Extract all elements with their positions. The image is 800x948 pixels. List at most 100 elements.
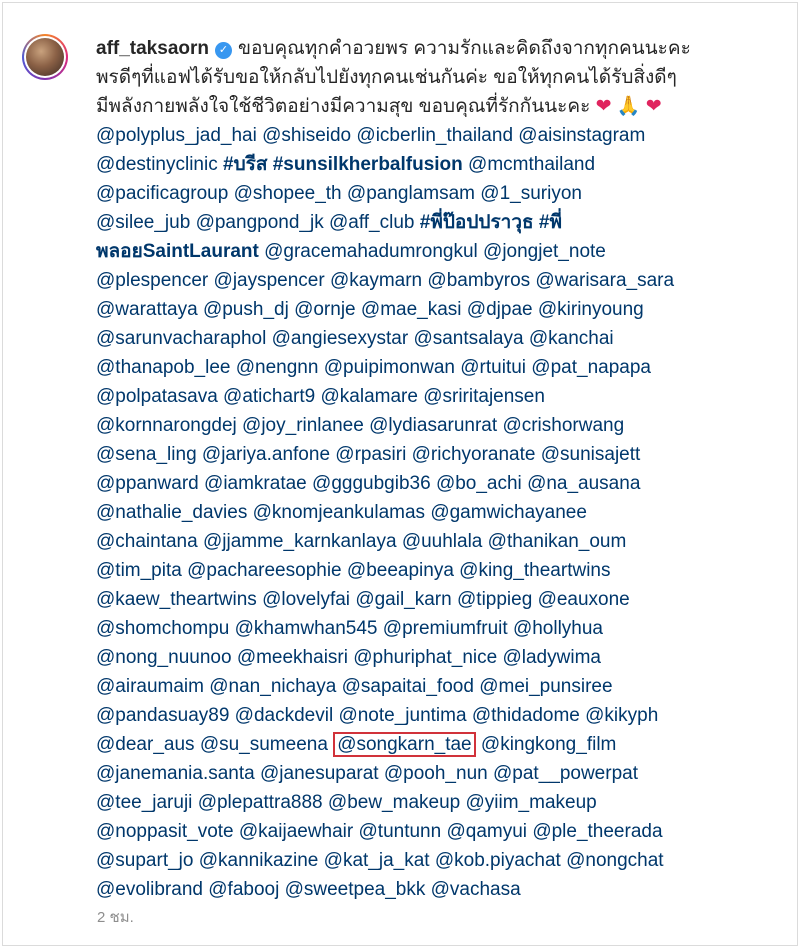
mention-link[interactable]: @gamwichayanee	[430, 502, 587, 523]
mention-link[interactable]: @su_sumeena	[200, 734, 328, 755]
mention-link[interactable]: @thidadome	[472, 705, 580, 726]
mention-link[interactable]: @sarunvacharaphol	[96, 328, 266, 349]
mention-link[interactable]: @kaew_theartwins	[96, 589, 257, 610]
hashtag-link[interactable]: #บรีส	[223, 154, 267, 175]
hashtag-link[interactable]: #พี่	[539, 212, 562, 233]
mention-link[interactable]: @pat_napapa	[531, 357, 651, 378]
mention-link[interactable]: @fabooj	[208, 879, 279, 900]
mention-link[interactable]: @pat__powerpat	[493, 763, 638, 784]
mention-link[interactable]: @thanapob_lee	[96, 357, 230, 378]
mention-link[interactable]: @jongjet_note	[483, 241, 606, 262]
hashtag-link[interactable]: #sunsilkherbalfusion	[273, 154, 463, 175]
mention-link[interactable]: @tippieg	[457, 589, 532, 610]
mention-link[interactable]: @gggubgib36	[312, 473, 431, 494]
hashtag-link[interactable]: #พี่ป๊อปปราวุธ	[420, 212, 534, 233]
mention-link[interactable]: @vachasa	[431, 879, 521, 900]
mention-link[interactable]: @hollyhua	[513, 618, 603, 639]
mention-link[interactable]: @iamkratae	[204, 473, 307, 494]
mention-link[interactable]: @djpae	[467, 299, 533, 320]
mention-link[interactable]: @kaijaewhair	[239, 821, 353, 842]
mention-link[interactable]: @ple_theerada	[532, 821, 662, 842]
mention-link[interactable]: @kat_ja_kat	[324, 850, 430, 871]
mention-link[interactable]: @panglamsam	[347, 183, 475, 204]
mention-link[interactable]: @nong_nuunoo	[96, 647, 232, 668]
mention-link[interactable]: @yiim_makeup	[466, 792, 597, 813]
mention-link[interactable]: @1_suriyon	[480, 183, 582, 204]
mention-link[interactable]: @santsalaya	[413, 328, 523, 349]
mention-link[interactable]: @push_dj	[203, 299, 289, 320]
mention-link[interactable]: @thanikan_oum	[488, 531, 627, 552]
mention-link[interactable]: @richyoranate	[412, 444, 536, 465]
mention-link[interactable]: @shomchompu	[96, 618, 229, 639]
mention-link[interactable]: @sunisajett	[541, 444, 641, 465]
mention-link[interactable]: @premiumfruit	[383, 618, 508, 639]
mention-link[interactable]: @lovelyfai	[262, 589, 350, 610]
mention-link[interactable]: @sriritajensen	[423, 386, 545, 407]
mention-link[interactable]: @ppanward	[96, 473, 199, 494]
mention-link[interactable]: @pachareesophie	[187, 560, 342, 581]
mention-link[interactable]: @icberlin_thailand	[356, 125, 513, 146]
mention-link[interactable]: @tee_jaruji	[96, 792, 192, 813]
mention-link[interactable]: @dear_aus	[96, 734, 195, 755]
mention-link[interactable]: @kaymarn	[330, 270, 422, 291]
mention-link[interactable]: @tuntunn	[359, 821, 442, 842]
hashtag-link[interactable]: พลอย	[96, 241, 143, 262]
mention-link[interactable]: @plepattra888	[198, 792, 323, 813]
mention-link[interactable]: @kob.piyachat	[435, 850, 561, 871]
mention-link[interactable]: @aisinstagram	[518, 125, 645, 146]
mention-link[interactable]: @qamyui	[446, 821, 527, 842]
mention-link[interactable]: @king_theartwins	[459, 560, 610, 581]
mention-link[interactable]: @chaintana	[96, 531, 198, 552]
mention-link[interactable]: @mae_kasi	[361, 299, 462, 320]
mention-link[interactable]: @kingkong_film	[481, 734, 616, 755]
mention-link[interactable]: @phuriphat_nice	[353, 647, 497, 668]
mention-link[interactable]: @gail_karn	[355, 589, 451, 610]
mention-link[interactable]: @polpatasava	[96, 386, 218, 407]
mention-link[interactable]: @jjamme_karnkanlaya	[203, 531, 397, 552]
mention-link[interactable]: @nengnn	[236, 357, 319, 378]
mention-link[interactable]: @tim_pita	[96, 560, 182, 581]
mention-link[interactable]: @aff_club	[329, 212, 415, 233]
mention-link[interactable]: @khamwhan545	[235, 618, 378, 639]
mention-link[interactable]: @noppasit_vote	[96, 821, 234, 842]
mention-link[interactable]: @pangpond_jk	[196, 212, 324, 233]
mention-link[interactable]: @kalamare	[321, 386, 418, 407]
mention-link[interactable]: @nathalie_davies	[96, 502, 247, 523]
mention-link[interactable]: @pandasuay89	[96, 705, 229, 726]
mention-link[interactable]: @janesuparat	[260, 763, 379, 784]
mention-link[interactable]: @janemania.santa	[96, 763, 255, 784]
mention-link[interactable]: @destinyclinic	[96, 154, 218, 175]
mention-link[interactable]: @silee_jub	[96, 212, 190, 233]
mention-link[interactable]: @airaumaim	[96, 676, 204, 697]
mention-link[interactable]: @kikyph	[585, 705, 658, 726]
mention-link[interactable]: @sapaitai_food	[342, 676, 474, 697]
mention-link[interactable]: @sena_ling	[96, 444, 197, 465]
mention-link[interactable]: @knomjeankulamas	[253, 502, 425, 523]
highlighted-mention-link[interactable]: @songkarn_tae	[333, 732, 476, 757]
mention-link[interactable]: @joy_rinlanee	[242, 415, 364, 436]
mention-link[interactable]: @jariya.anfone	[202, 444, 330, 465]
mention-link[interactable]: @eauxone	[538, 589, 630, 610]
mention-link[interactable]: @evolibrand	[96, 879, 203, 900]
mention-link[interactable]: @puipimonwan	[324, 357, 455, 378]
mention-link[interactable]: @pacificagroup	[96, 183, 228, 204]
mention-link[interactable]: @ladywima	[502, 647, 600, 668]
mention-link[interactable]: @jayspencer	[214, 270, 325, 291]
mention-link[interactable]: @rpasiri	[335, 444, 406, 465]
mention-link[interactable]: @dackdevil	[235, 705, 334, 726]
mention-link[interactable]: @meekhaisri	[237, 647, 348, 668]
mention-link[interactable]: @kornnarongdej	[96, 415, 237, 436]
mention-link[interactable]: @uuhlala	[402, 531, 483, 552]
mention-link[interactable]: @warattaya	[96, 299, 198, 320]
mention-link[interactable]: @crishorwang	[502, 415, 624, 436]
mention-link[interactable]: @warisara_sara	[535, 270, 674, 291]
mention-link[interactable]: @bambyros	[427, 270, 530, 291]
mention-link[interactable]: @bo_achi	[436, 473, 522, 494]
post-timestamp[interactable]: 2 ชม.	[97, 905, 134, 929]
mention-link[interactable]: @polyplus_jad_hai	[96, 125, 257, 146]
mention-link[interactable]: @shiseido	[262, 125, 351, 146]
mention-link[interactable]: @angiesexystar	[272, 328, 409, 349]
hashtag-link[interactable]: SaintLaurant	[143, 241, 259, 262]
mention-link[interactable]: @mcmthailand	[468, 154, 595, 175]
mention-link[interactable]: @mei_punsiree	[479, 676, 612, 697]
